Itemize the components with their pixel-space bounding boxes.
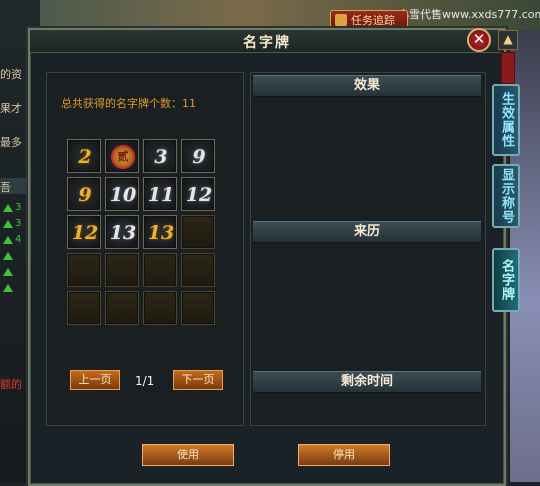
up-arrow-icon (3, 204, 13, 212)
detail-panel: 效果 来历 剩余时间 (250, 72, 486, 426)
name-plate-slot[interactable]: 13 (105, 215, 139, 249)
name-plate-seal-icon: 贰 (111, 145, 135, 169)
name-plate-slot[interactable]: 9 (67, 177, 101, 211)
name-plate-slot[interactable]: 11 (143, 177, 177, 211)
name-plate-slot[interactable]: 3 (143, 139, 177, 173)
close-button[interactable]: ✕ (467, 28, 491, 52)
up-arrow-icon (3, 268, 13, 276)
name-plate-slot[interactable]: 2 (67, 139, 101, 173)
empty-name-plate-slot[interactable] (67, 291, 101, 325)
name-plate-number: 10 (109, 184, 137, 206)
arrow-value: 3 (15, 218, 22, 229)
name-plate-number: 2 (78, 146, 92, 168)
arrow-value: 4 (15, 234, 22, 245)
window-title: 名字牌 (243, 35, 291, 51)
up-arrow-icon (3, 284, 13, 292)
tab-display-title[interactable]: 显示称号 (492, 164, 520, 228)
remaining-time-header: 剩余时间 (253, 371, 481, 393)
up-arrow-icon (3, 252, 13, 260)
background-text: 吾 (0, 181, 11, 194)
name-plate-window: 名字牌 ✕ 总共获得的名字牌个数：11 2 贰 3 9 9 10 11 12 12 13 13 上一… (28, 28, 506, 486)
empty-name-plate-slot[interactable] (67, 253, 101, 287)
close-icon: ✕ (472, 30, 486, 48)
background-text: 最多 (0, 136, 22, 149)
title-bar[interactable]: 名字牌 (30, 30, 504, 53)
name-plate-number: 12 (71, 222, 99, 244)
tab-name-plate[interactable]: 名字牌 (492, 248, 520, 312)
watermark: 小雪代售www.xxds777.com (398, 8, 540, 21)
task-icon (335, 14, 347, 26)
name-plate-slot[interactable]: 12 (181, 177, 215, 211)
empty-name-plate-slot[interactable] (105, 291, 139, 325)
empty-name-plate-slot[interactable] (181, 291, 215, 325)
name-plate-slot[interactable]: 贰 (105, 139, 139, 173)
empty-name-plate-slot[interactable] (143, 291, 177, 325)
name-plate-slot[interactable]: 9 (181, 139, 215, 173)
empty-name-plate-slot[interactable] (181, 253, 215, 287)
name-plate-number: 9 (78, 184, 92, 206)
page-indicator: 1/1 (135, 374, 155, 388)
empty-name-plate-slot[interactable] (181, 215, 215, 249)
background-text: 果才 (0, 102, 22, 115)
name-plate-slot[interactable]: 10 (105, 177, 139, 211)
task-tracking-label: 任务追踪 (351, 14, 395, 27)
effect-header: 效果 (253, 75, 481, 97)
name-plate-slot[interactable]: 12 (67, 215, 101, 249)
next-page-button[interactable]: 下一页 (173, 370, 223, 390)
name-plate-number: 13 (147, 222, 175, 244)
background-red-text: 额的 (0, 378, 22, 391)
use-button[interactable]: 使用 (142, 444, 234, 466)
prev-page-button[interactable]: 上一页 (70, 370, 120, 390)
background-text: 的资 (0, 68, 22, 81)
name-plate-number: 12 (185, 184, 213, 206)
arrow-value: 3 (15, 202, 22, 213)
name-plate-number: 11 (147, 184, 175, 206)
scrollbar[interactable] (501, 52, 515, 84)
empty-name-plate-slot[interactable] (105, 253, 139, 287)
name-plate-number: 3 (154, 146, 168, 168)
tab-effective-attributes[interactable]: 生效属性 (492, 84, 520, 156)
task-tracking-button[interactable]: 任务追踪 (330, 10, 408, 30)
up-arrow-icon (3, 220, 13, 228)
name-plate-slot[interactable]: 13 (143, 215, 177, 249)
up-arrow-icon (3, 236, 13, 244)
name-plate-number: 9 (192, 146, 206, 168)
origin-header: 来历 (253, 221, 481, 243)
total-count-text: 总共获得的名字牌个数：11 (61, 97, 196, 110)
name-plate-number: 13 (109, 222, 137, 244)
disable-button[interactable]: 停用 (298, 444, 390, 466)
scroll-up-button[interactable]: ▲ (498, 30, 518, 50)
empty-name-plate-slot[interactable] (143, 253, 177, 287)
